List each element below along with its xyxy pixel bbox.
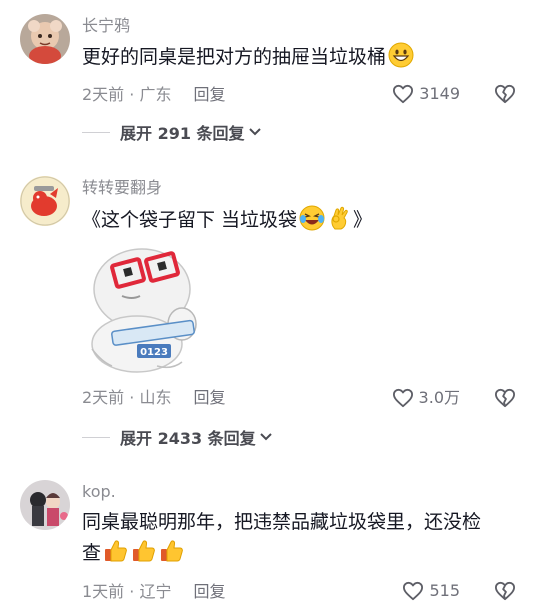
expand-replies-button[interactable]: 展开 2433 条回复: [82, 425, 272, 449]
reply-button[interactable]: 回复: [193, 388, 225, 407]
comment-meta: 2天前 · 广东 回复: [82, 85, 225, 105]
comment-time: 2天前 · 广东: [82, 85, 172, 104]
grinning-face-icon: [388, 42, 414, 78]
divider: [82, 131, 110, 133]
dislike-button[interactable]: [494, 581, 516, 605]
comment-text: 更好的同桌是把对方的抽屉当垃圾桶: [82, 42, 522, 78]
comment-text-body: 《这个袋子留下 当垃圾袋: [82, 209, 298, 231]
laughing-tears-icon: [299, 205, 325, 241]
like-button[interactable]: 3149: [392, 84, 460, 104]
comment-time: 1天前 · 辽宁: [82, 582, 172, 601]
comment-text-body: 查: [82, 542, 102, 564]
thumbs-up-icon: [131, 538, 157, 574]
comment-item: 转转要翻身 《这个袋子留下 当垃圾袋 》 0123 2天前 · 山东 回复 3.…: [0, 160, 540, 460]
thumbs-up-icon: [159, 538, 185, 574]
like-button[interactable]: 515: [402, 581, 460, 601]
comment-time: 2天前 · 山东: [82, 388, 172, 407]
comment-text: 《这个袋子留下 当垃圾袋 》: [82, 205, 522, 241]
expand-replies-label: 展开 291 条回复: [120, 124, 245, 143]
reply-button[interactable]: 回复: [193, 85, 225, 104]
divider: [82, 436, 110, 438]
comment-text-line: 同桌最聪明那年，把违禁品藏垃圾袋里，还没检: [82, 511, 482, 533]
avatar[interactable]: [20, 14, 70, 64]
username[interactable]: kop.: [82, 482, 116, 502]
broken-heart-icon: [494, 388, 515, 408]
username[interactable]: 长宁鸦: [82, 16, 130, 36]
heart-outline-icon: [393, 84, 414, 104]
comment-item: 长宁鸦 更好的同桌是把对方的抽屉当垃圾桶 2天前 · 广东 回复 3149 展开 …: [0, 0, 540, 150]
comment-text-body: 更好的同桌是把对方的抽屉当垃圾桶: [82, 46, 387, 68]
chevron-down-icon: [259, 433, 272, 441]
sticker-label: 0123: [140, 347, 168, 358]
ok-hand-icon: [327, 205, 353, 241]
expand-replies-label: 展开 2433 条回复: [120, 429, 256, 448]
broken-heart-icon: [494, 84, 515, 104]
like-count: 3149: [419, 84, 460, 103]
username[interactable]: 转转要翻身: [82, 178, 162, 198]
chevron-down-icon: [248, 128, 261, 136]
expand-replies-button[interactable]: 展开 291 条回复: [82, 120, 261, 144]
avatar[interactable]: [20, 176, 70, 226]
comment-meta: 1天前 · 辽宁 回复: [82, 582, 225, 602]
avatar[interactable]: [20, 480, 70, 530]
dislike-button[interactable]: [494, 388, 516, 412]
sticker-image[interactable]: 0123: [82, 244, 212, 374]
like-count: 515: [429, 581, 460, 600]
like-button[interactable]: 3.0万: [392, 388, 460, 408]
comment-text: 同桌最聪明那年，把违禁品藏垃圾袋里，还没检 查: [82, 507, 522, 574]
thumbs-up-icon: [103, 538, 129, 574]
comment-text-line: 查: [82, 538, 522, 574]
dislike-button[interactable]: [494, 84, 516, 108]
like-count: 3.0万: [418, 388, 460, 407]
comment-item: kop. 同桌最聪明那年，把违禁品藏垃圾袋里，还没检 查 1天前 · 辽宁 回复 …: [0, 470, 540, 610]
heart-outline-icon: [392, 388, 413, 408]
broken-heart-icon: [494, 581, 515, 601]
heart-outline-icon: [403, 581, 424, 601]
reply-button[interactable]: 回复: [193, 582, 225, 601]
comment-text-end: 》: [353, 209, 373, 231]
comment-meta: 2天前 · 山东 回复: [82, 388, 225, 408]
